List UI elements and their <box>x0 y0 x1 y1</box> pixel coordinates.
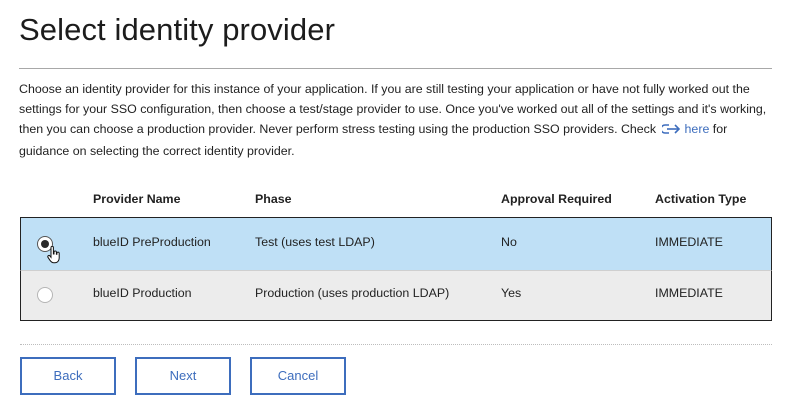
header-phase: Phase <box>255 192 292 206</box>
table-header: Provider Name Phase Approval Required Ac… <box>20 181 772 217</box>
title-divider <box>19 68 772 69</box>
row-activation-type: IMMEDIATE <box>655 235 723 249</box>
page-title: Select identity provider <box>19 12 336 47</box>
next-button[interactable]: Next <box>135 357 231 395</box>
row-approval-required: Yes <box>501 286 522 300</box>
description-text: Choose an identity provider for this ins… <box>19 82 767 136</box>
row-activation-type: IMMEDIATE <box>655 286 723 300</box>
identity-provider-page: Select identity provider Choose an ident… <box>0 0 789 412</box>
header-activation-type: Activation Type <box>655 192 747 206</box>
row-approval-required: No <box>501 235 517 249</box>
arrow-right-icon[interactable] <box>659 121 682 141</box>
row-provider-name: blueID PreProduction <box>93 235 211 249</box>
header-approval-required: Approval Required <box>501 192 612 206</box>
provider-radio-unselected[interactable] <box>37 287 53 303</box>
help-link[interactable]: here <box>685 122 710 136</box>
table-row[interactable]: blueID PreProduction Test (uses test LDA… <box>20 217 772 270</box>
provider-table: Provider Name Phase Approval Required Ac… <box>20 181 772 321</box>
back-button[interactable]: Back <box>20 357 116 395</box>
row-phase: Test (uses test LDAP) <box>255 235 375 249</box>
header-provider-name: Provider Name <box>93 192 181 206</box>
hand-cursor-icon <box>47 246 60 264</box>
footer-divider <box>20 344 772 345</box>
row-provider-name: blueID Production <box>93 286 192 300</box>
table-row[interactable]: blueID Production Production (uses produ… <box>20 270 772 321</box>
cancel-button[interactable]: Cancel <box>250 357 346 395</box>
page-description: Choose an identity provider for this ins… <box>19 79 774 161</box>
row-phase: Production (uses production LDAP) <box>255 286 450 300</box>
